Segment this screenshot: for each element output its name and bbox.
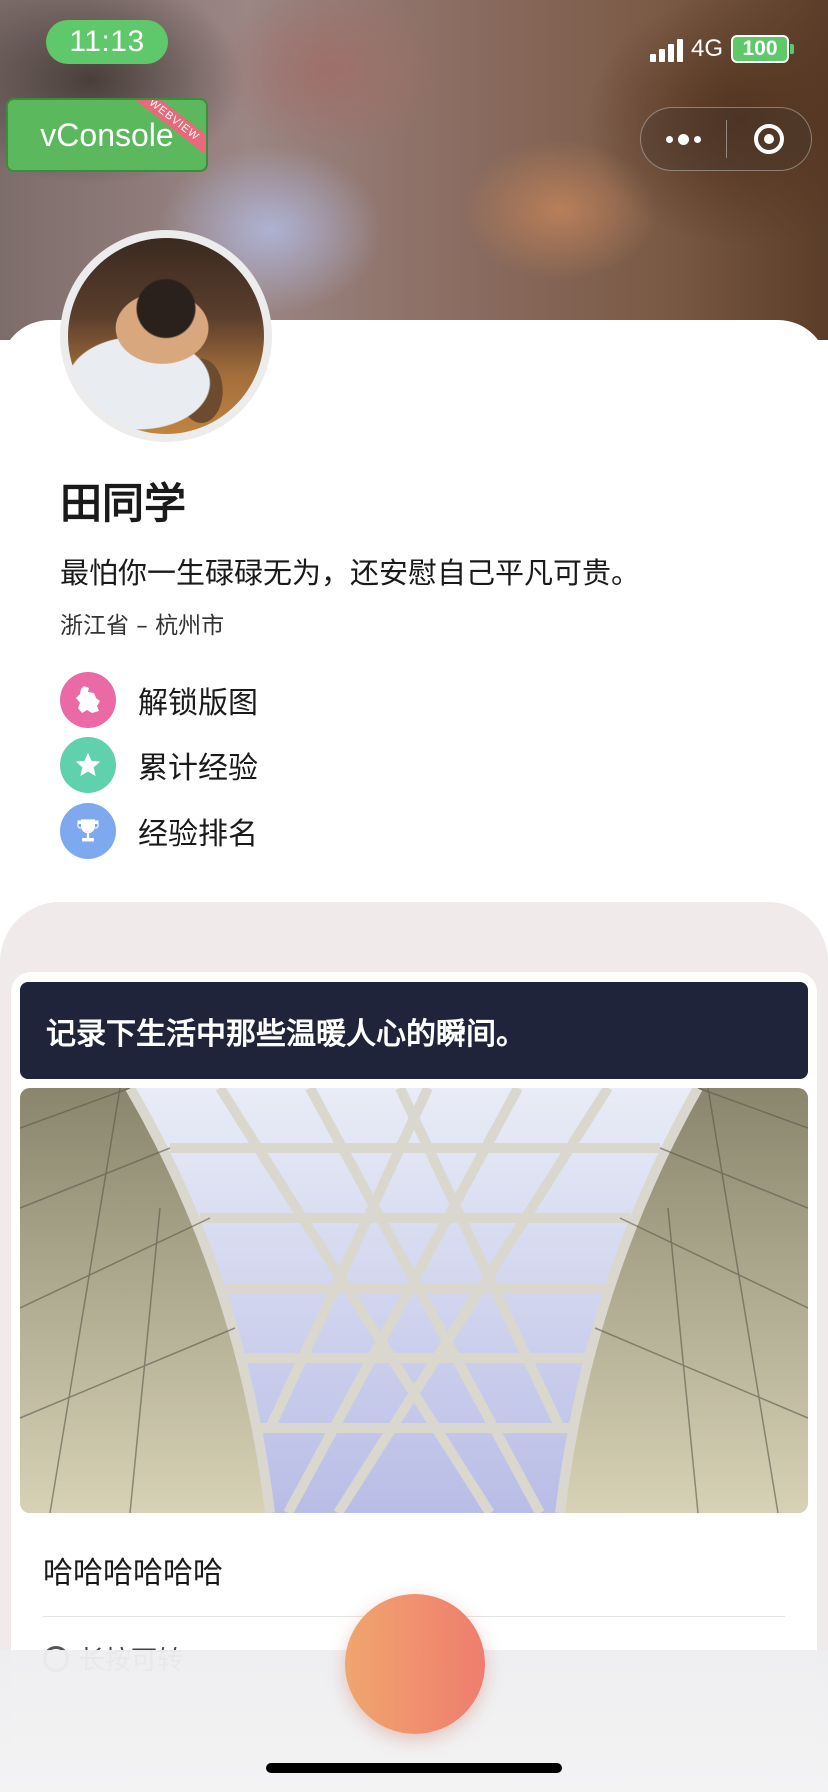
vconsole-label: vConsole (40, 116, 174, 153)
menu-item-unlock-map[interactable]: 解锁版图 (60, 672, 258, 728)
user-motto: 最怕你一生碌碌无为，还安慰自己平凡可贵。 (60, 556, 641, 590)
status-indicators: 4G 100 (649, 34, 794, 64)
menu-label: 经验排名 (138, 817, 258, 852)
avatar[interactable] (60, 230, 272, 442)
status-time: 11:13 (46, 20, 168, 64)
signal-icon (649, 36, 683, 62)
menu-item-total-experience[interactable]: 累计经验 (60, 737, 258, 793)
network-type: 4G (690, 35, 723, 62)
user-location: 浙江省 – 杭州市 (60, 613, 225, 639)
more-button[interactable] (641, 108, 726, 170)
create-post-button[interactable] (345, 1594, 485, 1734)
post-photo[interactable] (20, 1088, 808, 1513)
map-icon (60, 672, 116, 728)
vconsole-button[interactable]: vConsole WEBVIEW (6, 98, 208, 172)
menu-item-experience-ranking[interactable]: 经验排名 (60, 803, 258, 859)
post-text: 哈哈哈哈哈哈 (43, 1556, 223, 1591)
target-icon (753, 124, 784, 154)
miniprogram-capsule (640, 107, 812, 171)
star-icon (60, 737, 116, 793)
trophy-icon (60, 803, 116, 859)
more-icon (665, 133, 701, 145)
home-indicator (266, 1763, 562, 1773)
user-name: 田同学 (60, 479, 187, 528)
menu-label: 解锁版图 (138, 686, 258, 721)
close-miniprogram-button[interactable] (727, 108, 812, 170)
battery-icon: 100 (731, 35, 789, 63)
post-banner: 记录下生活中那些温暖人心的瞬间。 (20, 982, 808, 1079)
menu-label: 累计经验 (138, 751, 258, 786)
avatar-photo (68, 238, 264, 434)
